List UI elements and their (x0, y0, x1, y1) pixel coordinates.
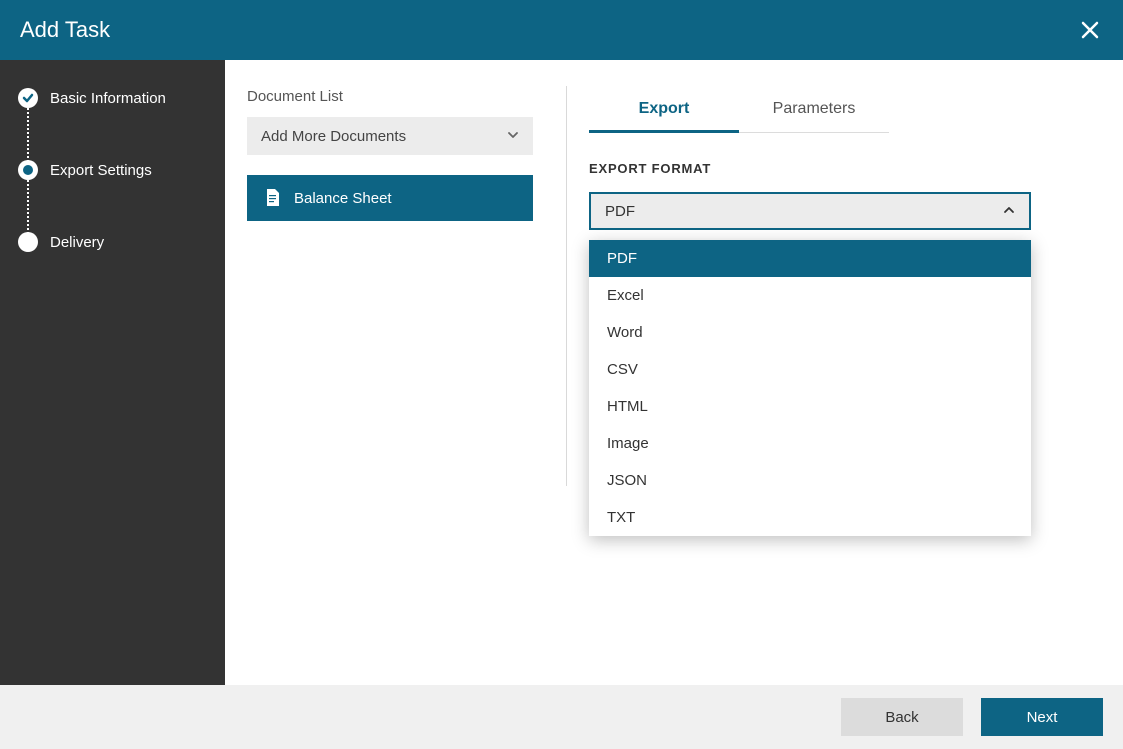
chevron-down-icon (507, 128, 519, 145)
step-label: Basic Information (50, 90, 166, 107)
export-format-label: EXPORT FORMAT (589, 161, 1101, 176)
next-button[interactable]: Next (981, 698, 1103, 736)
export-format-options: PDF Excel Word CSV HTML Image JSON TXT (589, 240, 1031, 536)
export-settings-column: Export Parameters EXPORT FORMAT PDF PDF … (567, 60, 1123, 685)
main-content: Document List Add More Documents Balance… (225, 60, 1123, 685)
wizard-steps-sidebar: Basic Information Export Settings Delive… (0, 60, 225, 685)
document-item-balance-sheet[interactable]: Balance Sheet (247, 175, 533, 221)
dialog-header: Add Task (0, 0, 1123, 60)
document-list-column: Document List Add More Documents Balance… (225, 60, 566, 685)
step-indicator-pending (18, 232, 38, 252)
add-more-documents-label: Add More Documents (261, 128, 406, 145)
tab-parameters[interactable]: Parameters (739, 88, 889, 132)
close-button[interactable] (1077, 17, 1103, 43)
option-html[interactable]: HTML (589, 388, 1031, 425)
step-export-settings[interactable]: Export Settings (18, 160, 207, 180)
tab-export[interactable]: Export (589, 88, 739, 132)
export-format-selected-value: PDF (605, 203, 635, 220)
document-list-label: Document List (247, 88, 544, 105)
back-button[interactable]: Back (841, 698, 963, 736)
step-indicator-completed (18, 88, 38, 108)
settings-tabs: Export Parameters (589, 88, 889, 133)
option-word[interactable]: Word (589, 314, 1031, 351)
chevron-up-icon (1003, 203, 1015, 220)
step-connector (27, 180, 29, 234)
export-format-select[interactable]: PDF (589, 192, 1031, 230)
step-indicator-current (18, 160, 38, 180)
document-item-label: Balance Sheet (294, 190, 392, 207)
add-more-documents-dropdown[interactable]: Add More Documents (247, 117, 533, 155)
step-delivery[interactable]: Delivery (18, 232, 207, 252)
check-icon (22, 92, 34, 104)
document-icon (265, 189, 280, 207)
option-excel[interactable]: Excel (589, 277, 1031, 314)
option-txt[interactable]: TXT (589, 499, 1031, 536)
step-label: Delivery (50, 234, 104, 251)
step-connector (27, 108, 29, 162)
option-json[interactable]: JSON (589, 462, 1031, 499)
step-basic-information[interactable]: Basic Information (18, 88, 207, 108)
step-label: Export Settings (50, 162, 152, 179)
option-csv[interactable]: CSV (589, 351, 1031, 388)
dialog-body: Basic Information Export Settings Delive… (0, 60, 1123, 685)
option-pdf[interactable]: PDF (589, 240, 1031, 277)
option-image[interactable]: Image (589, 425, 1031, 462)
close-icon (1081, 21, 1099, 39)
dialog-title: Add Task (20, 17, 110, 43)
dialog-footer: Back Next (0, 685, 1123, 749)
